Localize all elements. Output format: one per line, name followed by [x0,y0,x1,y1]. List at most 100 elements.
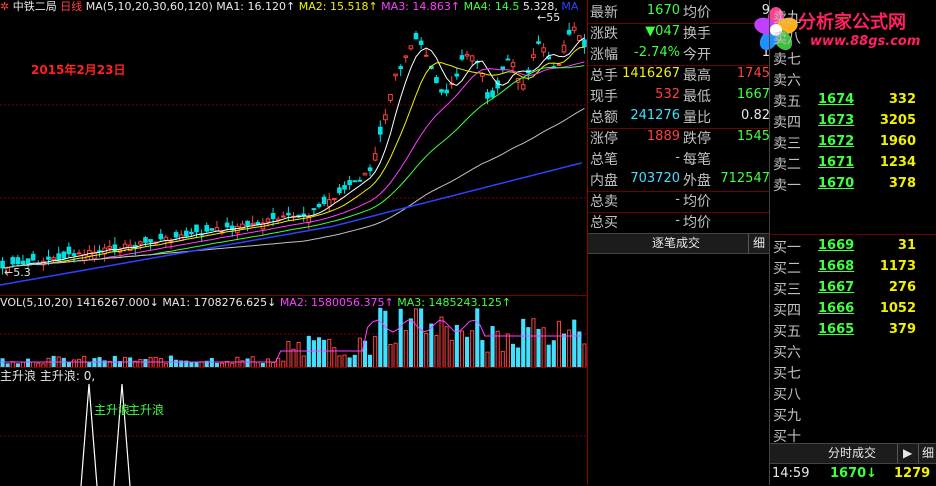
ma4-value: MA4: 14.5 [463,0,520,13]
quote-panel: 最新1670均价9涨跌▼047换手9涨幅-2.74%今开1总手1416267最高… [588,0,770,233]
indicator-chart[interactable] [0,368,587,486]
quote-label: 最新 [590,5,618,21]
buy-level-row[interactable]: 买八 [770,382,936,403]
candlestick [316,202,322,209]
ma-line [2,46,585,269]
settings-icon[interactable]: ✲ [0,0,9,13]
tick-tab[interactable]: 逐笔成交 [652,236,700,250]
quote-value: ▼047 [645,24,680,39]
kline-panel[interactable] [0,0,587,295]
candlestick [357,176,363,182]
sell-level-price: 1674 [818,92,855,107]
sell-level-row[interactable]: 卖二 1671 1234 [770,152,936,173]
candlestick [148,239,153,250]
candlestick [393,73,398,81]
candlestick [81,249,87,265]
sell-level-label: 卖三 [773,136,801,152]
candlestick [434,74,439,84]
sell-level-row[interactable]: 卖八 [770,26,936,47]
candlestick [199,229,204,242]
buy-level-price: 1668 [818,259,855,274]
stock-name: 中铁二局 [12,0,57,13]
buy-level-label: 买三 [773,282,801,298]
buy-level-row[interactable]: 买六 [770,340,936,361]
timeshare-tab[interactable]: 分时成交 [828,446,876,460]
buy-level-row[interactable]: 买四 1666 1052 [770,298,936,319]
quote-label: 总手 [590,68,618,84]
quote-label: 涨跌 [590,26,618,42]
volume-bar [551,340,556,368]
indicator-name[interactable]: 主升浪 [0,369,36,383]
volume-bar [388,344,393,368]
volume-bar [286,340,291,368]
timeshare-detail-button[interactable]: 细 [922,446,934,460]
volume-bar [322,339,327,368]
buy-level-row[interactable]: 买十 [770,424,936,445]
volume-bar [429,323,434,368]
quote-row: 涨跌▼047换手9 [588,23,770,44]
signal-spike [113,383,131,486]
ma-line [2,65,585,269]
candlestick [301,206,307,222]
indicator-panel[interactable] [0,367,587,486]
quote-value: 0.82 [741,108,770,123]
date-annotation: 2015年2月23日 [31,63,126,77]
candlestick [321,194,327,207]
candlestick [189,228,194,237]
buy-level-row[interactable]: 买三 1667 276 [770,277,936,298]
quote-value: 1545 [736,129,770,144]
quote-row: 涨停 1889 跌停 1545 [588,128,770,149]
ma-line [2,61,585,269]
volume-bar [454,324,459,368]
volume-bar [490,326,495,368]
candlestick [56,246,62,261]
candlestick [536,35,541,45]
volume-bar [470,330,475,368]
sell-level-row[interactable]: 卖五 1674 332 [770,89,936,110]
tick-detail-button[interactable]: 细 [753,236,765,250]
sell-level-row[interactable]: 卖四 1673 3205 [770,110,936,131]
signal-label-2: 主升浪 [128,403,165,417]
candlestick [541,43,546,57]
kline-chart[interactable] [0,0,587,295]
low-marker: ←5.3 [4,266,31,279]
sell-level-row[interactable]: 卖九 [770,5,936,26]
sell-level-row[interactable]: 卖一 1670 378 [770,173,936,194]
sell-level-row[interactable]: 卖七 [770,47,936,68]
period-label[interactable]: 日线 [60,0,82,13]
candlestick [209,228,215,232]
candlestick [566,22,572,36]
buy-level-row[interactable]: 买九 [770,403,936,424]
sell-level-row[interactable]: 卖三 1672 1960 [770,131,936,152]
volume-bar [480,340,485,368]
buy-level-row[interactable]: 买五 1665 379 [770,319,936,340]
play-button[interactable]: ▶ [903,446,912,460]
quote-label: 总额 [590,110,618,126]
sell-level-row[interactable]: 卖六 [770,68,936,89]
sell-level-price: 1670 [818,176,855,191]
ma3-value: MA3: 14.863↑ [381,0,461,13]
quote-value: 712547 [720,171,770,186]
candlestick [30,251,36,261]
candlestick [184,227,189,238]
quote-label: 均价 [683,215,711,231]
vol-ma1: MA1: 1708276.625↓ [162,296,277,309]
sell-level-label: 卖五 [773,94,801,110]
quote-row: 内盘 703720 外盘 712547 [588,170,770,191]
buy-level-row[interactable]: 买一 1669 31 [770,235,936,256]
quote-label: 均价 [683,194,711,210]
buy-level-row[interactable]: 买七 [770,361,936,382]
buy-level-label: 买九 [773,408,801,424]
candlestick [245,220,250,232]
tick-tab-bar: 逐笔成交 细 [588,233,770,254]
timeshare-tab-bar: 分时成交 ▶ 细 [770,443,936,464]
volume-bar [459,330,464,368]
buy-level-row[interactable]: 买二 1668 1173 [770,256,936,277]
ma-params: MA(5,10,20,30,60,120) [85,0,213,13]
buy-level-price: 1669 [818,238,855,253]
volume-bar [357,337,362,368]
volume-bar [311,340,316,368]
volume-bar [561,333,567,368]
quote-value: 1745 [736,66,770,81]
sell-level-label: 卖七 [773,52,801,68]
